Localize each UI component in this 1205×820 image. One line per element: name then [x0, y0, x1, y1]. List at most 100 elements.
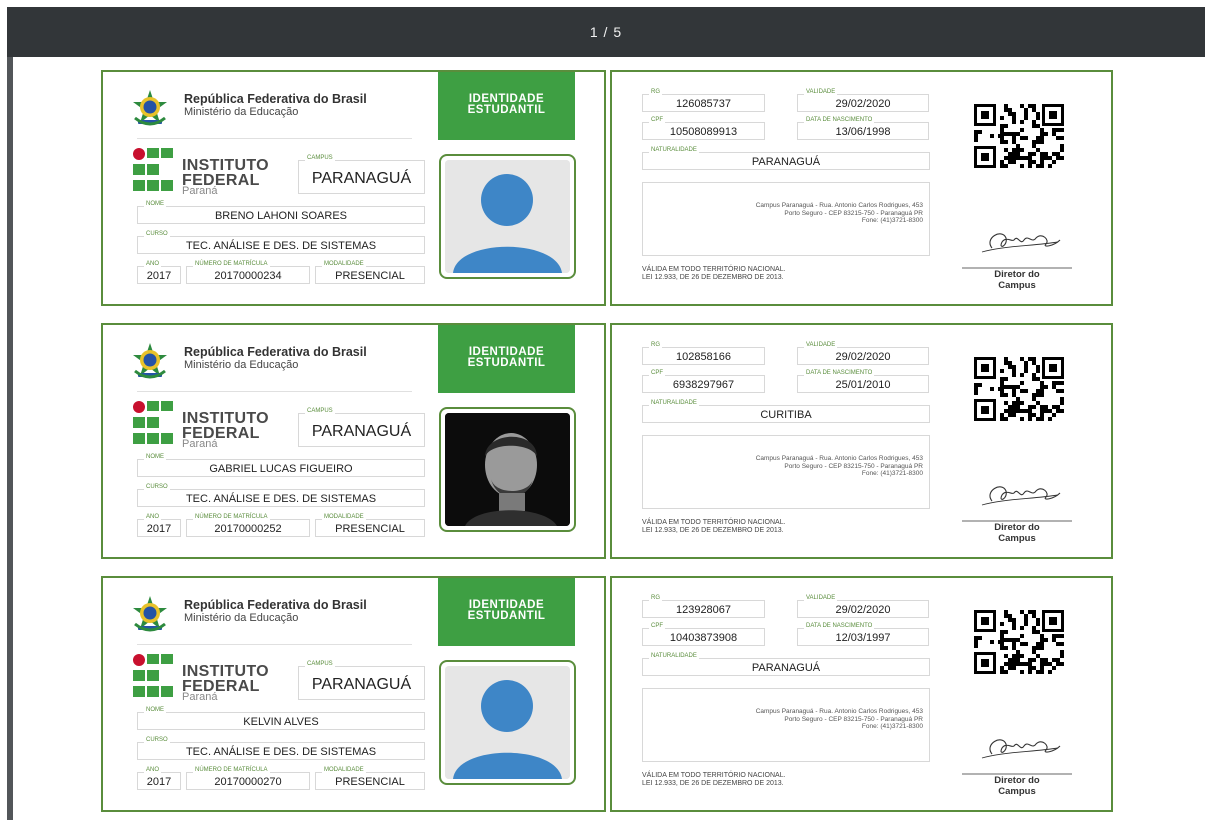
- campus-address: Campus Paranaguá - Rua. Antonio Carlos R…: [642, 688, 930, 762]
- student-id-badge: IDENTIDADE ESTUDANTIL: [438, 72, 575, 140]
- director-caption: Diretor do Campus: [962, 269, 1072, 291]
- address-line2: Porto Seguro - CEP 83215-750 - Paranaguá…: [784, 462, 923, 470]
- republic-title: República Federativa do Brasil: [184, 598, 367, 612]
- validity-field: VALIDADE 29/02/2020: [797, 89, 929, 112]
- birth-date-value: 13/06/1998: [835, 126, 891, 138]
- modality-label: MODALIDADE: [322, 261, 366, 268]
- qr-code-icon: [970, 100, 1068, 172]
- validity-label: VALIDADE: [804, 342, 838, 349]
- campus-label: CAMPUS: [305, 408, 335, 415]
- modality-label: MODALIDADE: [322, 514, 366, 521]
- student-photo-frame: [439, 407, 576, 532]
- student-photo-frame: [439, 154, 576, 279]
- student-portrait-icon: [445, 413, 570, 526]
- birth-date-field: DATA DE NASCIMENTO 25/01/2010: [797, 370, 929, 393]
- campus-field: CAMPUS PARANAGUÁ: [298, 661, 425, 700]
- name-label: NOME: [144, 454, 166, 461]
- modality-field: MODALIDADE PRESENCIAL: [315, 767, 425, 790]
- ministry-subtitle: Ministério da Educação: [184, 612, 299, 624]
- campus-address: Campus Paranaguá - Rua. Antonio Carlos R…: [642, 435, 930, 509]
- government-header: República Federativa do Brasil Ministéri…: [129, 339, 419, 389]
- cpf-value: 10508089913: [669, 126, 738, 138]
- rg-field: RG 102858166: [642, 342, 765, 365]
- modality-value: PRESENCIAL: [335, 776, 405, 788]
- address-line1: Campus Paranaguá - Rua. Antonio Carlos R…: [755, 455, 923, 462]
- student-photo: [445, 413, 570, 526]
- institute-state: Paraná: [182, 691, 218, 703]
- cpf-label: CPF: [649, 117, 665, 124]
- cpf-label: CPF: [649, 370, 665, 377]
- birthplace-label: NATURALIDADE: [649, 653, 699, 660]
- director-signature-icon: [962, 486, 1072, 522]
- campus-label: CAMPUS: [305, 661, 335, 668]
- card-front: República Federativa do Brasil Ministéri…: [101, 70, 606, 306]
- rg-label: RG: [649, 342, 662, 349]
- cpf-field: CPF 10403873908: [642, 623, 765, 646]
- name-field: NOME KELVIN ALVES: [137, 707, 425, 730]
- modality-label: MODALIDADE: [322, 767, 366, 774]
- user-avatar-icon: [445, 160, 570, 273]
- cpf-value: 6938297967: [672, 379, 735, 391]
- student-photo-frame: [439, 660, 576, 785]
- course-value: TEC. ANÁLISE E DES. DE SISTEMAS: [185, 240, 377, 252]
- address-line2: Porto Seguro - CEP 83215-750 - Paranaguá…: [784, 209, 923, 217]
- address-line2: Porto Seguro - CEP 83215-750 - Paranaguá…: [784, 715, 923, 723]
- enrollment-label: NÚMERO DE MATRÍCULA: [193, 261, 270, 268]
- validity-value: 29/02/2020: [835, 604, 891, 616]
- cpf-label: CPF: [649, 623, 665, 630]
- badge-line2: ESTUDANTIL: [467, 357, 546, 369]
- card-front: República Federativa do Brasil Ministéri…: [101, 323, 606, 559]
- student-card-3: República Federativa do Brasil Ministéri…: [101, 576, 1113, 812]
- brazil-coat-of-arms-icon: [133, 596, 167, 632]
- director-line1: Diretor do: [994, 269, 1040, 280]
- national-validity-note: VÁLIDA EM TODO TERRITÓRIO NACIONAL. LEI …: [642, 519, 786, 535]
- name-field: NOME BRENO LAHONI SOARES: [137, 201, 425, 224]
- validity-note-line1: VÁLIDA EM TODO TERRITÓRIO NACIONAL.: [642, 266, 786, 273]
- address-line3: Fone: (41)3721-8300: [861, 470, 923, 477]
- course-value: TEC. ANÁLISE E DES. DE SISTEMAS: [185, 746, 377, 758]
- national-validity-note: VÁLIDA EM TODO TERRITÓRIO NACIONAL. LEI …: [642, 266, 786, 282]
- address-line3: Fone: (41)3721-8300: [861, 217, 923, 224]
- course-value: TEC. ANÁLISE E DES. DE SISTEMAS: [185, 493, 377, 505]
- year-value: 2017: [146, 270, 172, 282]
- birthplace-field: NATURALIDADE CURITIBA: [642, 400, 930, 423]
- institute-logo-icon: [133, 401, 173, 444]
- birth-date-label: DATA DE NASCIMENTO: [804, 117, 875, 124]
- rg-field: RG 126085737: [642, 89, 765, 112]
- ministry-subtitle: Ministério da Educação: [184, 359, 299, 371]
- header-divider: [137, 138, 412, 139]
- year-field: ANO 2017: [137, 514, 181, 537]
- name-label: NOME: [144, 707, 166, 714]
- enrollment-field: NÚMERO DE MATRÍCULA 20170000252: [186, 514, 310, 537]
- birth-date-label: DATA DE NASCIMENTO: [804, 370, 875, 377]
- director-line2: Campus: [998, 786, 1036, 797]
- institute-logo: INSTITUTO FEDERAL Paraná: [133, 148, 293, 198]
- name-value: KELVIN ALVES: [243, 716, 319, 728]
- viewer-left-rail: [7, 57, 13, 820]
- government-header: República Federativa do Brasil Ministéri…: [129, 592, 419, 642]
- student-photo: [445, 160, 570, 273]
- modality-value: PRESENCIAL: [335, 523, 405, 535]
- rg-value: 123928067: [675, 604, 732, 616]
- name-value: GABRIEL LUCAS FIGUEIRO: [209, 463, 353, 475]
- year-label: ANO: [144, 767, 162, 774]
- cpf-field: CPF 10508089913: [642, 117, 765, 140]
- course-field: CURSO TEC. ANÁLISE E DES. DE SISTEMAS: [137, 484, 425, 507]
- validity-label: VALIDADE: [804, 595, 838, 602]
- address-line1: Campus Paranaguá - Rua. Antonio Carlos R…: [755, 708, 923, 715]
- header-divider: [137, 391, 412, 392]
- year-field: ANO 2017: [137, 767, 181, 790]
- pdf-viewer-toolbar: 1 / 5: [7, 7, 1205, 57]
- campus-value: PARANAGUÁ: [311, 676, 412, 693]
- address-line3: Fone: (41)3721-8300: [861, 723, 923, 730]
- director-signature-icon: [962, 739, 1072, 775]
- header-divider: [137, 644, 412, 645]
- institute-logo-icon: [133, 654, 173, 697]
- birth-date-field: DATA DE NASCIMENTO 12/03/1997: [797, 623, 929, 646]
- director-caption: Diretor do Campus: [962, 775, 1072, 797]
- validity-field: VALIDADE 29/02/2020: [797, 595, 929, 618]
- card-front: República Federativa do Brasil Ministéri…: [101, 576, 606, 812]
- institute-logo: INSTITUTO FEDERAL Paraná: [133, 654, 293, 704]
- institute-state: Paraná: [182, 185, 218, 197]
- badge-line2: ESTUDANTIL: [467, 104, 546, 116]
